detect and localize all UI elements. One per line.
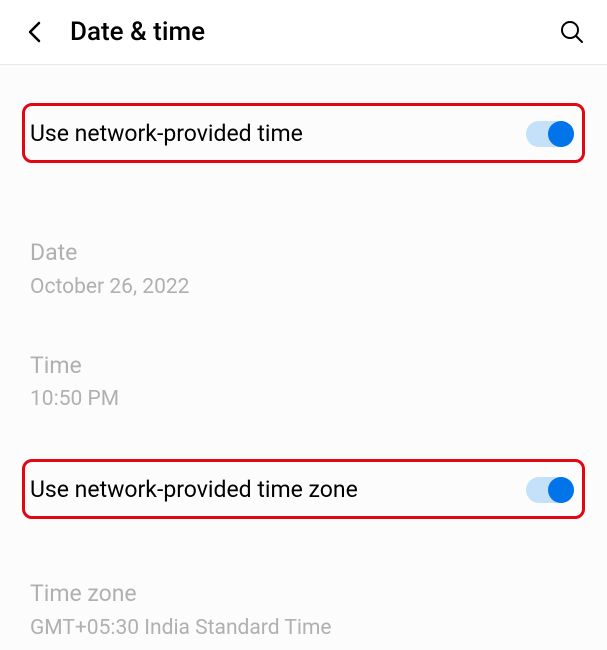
spacer — [0, 309, 607, 329]
spacer — [0, 537, 607, 557]
date-value: October 26, 2022 — [30, 275, 577, 299]
spacer — [0, 181, 607, 216]
network-time-row[interactable]: Use network-provided time — [22, 103, 585, 163]
timezone-row: Time zone GMT+05:30 India Standard Time — [0, 557, 607, 650]
spacer — [0, 421, 607, 441]
search-icon[interactable] — [559, 19, 585, 45]
time-value: 10:50 PM — [30, 387, 577, 411]
network-timezone-row[interactable]: Use network-provided time zone — [22, 459, 585, 519]
time-row: Time 10:50 PM — [0, 329, 607, 422]
toggle-thumb — [548, 121, 574, 147]
content: Use network-provided time Date October 2… — [0, 65, 607, 650]
network-timezone-toggle[interactable] — [526, 477, 574, 503]
page-title: Date & time — [70, 17, 559, 47]
date-label: Date — [30, 236, 577, 271]
timezone-label: Time zone — [30, 577, 577, 612]
network-time-toggle[interactable] — [526, 121, 574, 147]
header: Date & time — [0, 0, 607, 65]
network-time-label: Use network-provided time — [30, 120, 303, 147]
time-label: Time — [30, 349, 577, 384]
network-timezone-label: Use network-provided time zone — [30, 476, 358, 503]
timezone-value: GMT+05:30 India Standard Time — [30, 616, 577, 640]
date-row: Date October 26, 2022 — [0, 216, 607, 309]
toggle-thumb — [548, 477, 574, 503]
back-icon[interactable] — [22, 20, 46, 44]
